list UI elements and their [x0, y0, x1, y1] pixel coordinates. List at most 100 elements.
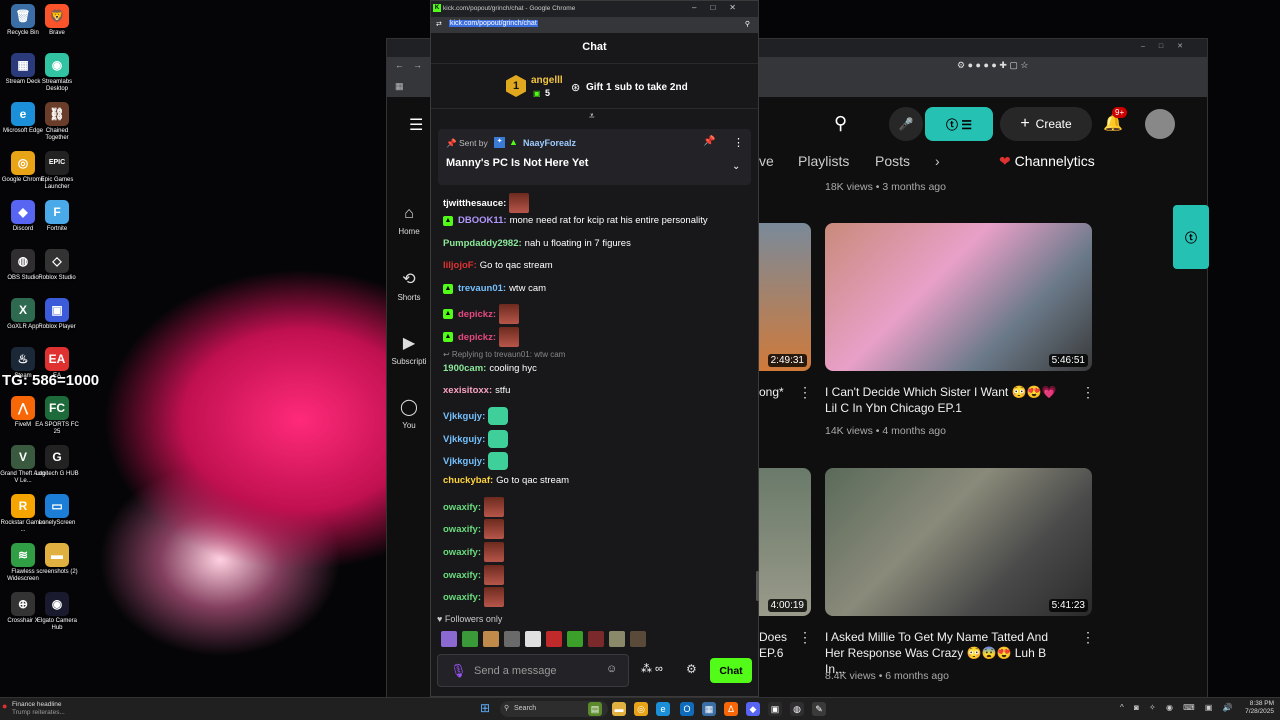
chat-username[interactable]: 1900cam: [443, 363, 486, 374]
reply-context[interactable]: ↩ Replying to trevaun01: wtw cam [443, 350, 565, 359]
desktop-icon[interactable]: ▬ screenshots (2) [34, 543, 80, 576]
chat-username[interactable]: Pumpdaddy2982: [443, 238, 522, 249]
chat-username[interactable]: liljojoF: [443, 260, 477, 271]
vlc-icon[interactable]: Δ [724, 702, 738, 716]
send-chat-button[interactable]: Chat [710, 658, 752, 683]
chat-username[interactable]: depickz: [458, 309, 496, 320]
channelytics-float-button[interactable]: ⓣ [1173, 205, 1209, 269]
quick-emote[interactable] [441, 631, 457, 647]
chat-username[interactable]: owaxify: [443, 592, 481, 603]
collapse-icon[interactable]: ⩡ [589, 111, 595, 122]
emoji-icon[interactable]: ☺ [606, 663, 617, 675]
video-thumbnail[interactable]: 5:41:23 [825, 468, 1092, 616]
chat-emote[interactable] [484, 497, 505, 517]
quick-emote[interactable] [483, 631, 499, 647]
chat-message[interactable]: 1900cam: cooling hyc [443, 363, 537, 374]
channelytics-button[interactable]: ⓣ ☰ [925, 107, 993, 141]
chat-emote[interactable] [484, 519, 505, 539]
chat-message[interactable]: Pumpdaddy2982: nah u floating in 7 figure… [443, 238, 631, 249]
chat-emote[interactable] [499, 304, 520, 324]
menu-icon[interactable]: ☰ [409, 115, 423, 135]
desktop-icon[interactable]: ▣ Roblox Player [34, 298, 80, 331]
quick-emote[interactable] [567, 631, 583, 647]
channel-tab[interactable]: › [935, 153, 940, 169]
chat-emote[interactable] [499, 327, 520, 347]
kick-url-bar[interactable]: ⇄ kick.com/popout/grinch/chat ⚲ [431, 17, 758, 33]
chat-message[interactable]: Vjkkgujy: [443, 430, 509, 448]
mic-icon[interactable]: 🎙 [450, 663, 467, 679]
chat-emote[interactable] [484, 587, 505, 607]
desktop-icon[interactable]: ◇ Roblox Studio [34, 249, 80, 282]
files-icon[interactable]: ▤ [588, 702, 602, 716]
quick-emote[interactable] [546, 631, 562, 647]
message-input-box[interactable]: 🎙 ☺ [437, 654, 629, 687]
pinned-username[interactable]: NaayForealz [523, 138, 576, 148]
chat-emote[interactable] [488, 452, 509, 470]
desktop-icon[interactable]: 🦁 Brave [34, 4, 80, 37]
video-title[interactable]: I Can't Decide Which Sister I Want 😳😍💗 L… [825, 384, 1067, 416]
apps-icon[interactable]: ▦ [395, 81, 404, 92]
message-input[interactable] [474, 663, 604, 679]
gift-leaderboard[interactable]: 1 angelll ▣ 5 ⊛ Gift 1 sub to take 2nd [431, 63, 758, 109]
video-thumbnail[interactable]: 5:46:51 [825, 223, 1092, 371]
quick-emote[interactable] [504, 631, 520, 647]
video-title[interactable]: Does EP.6 [759, 629, 799, 661]
chat-message[interactable]: owaxify: [443, 587, 505, 607]
chat-username[interactable]: xexisitoxx: [443, 385, 492, 396]
video-thumbnail[interactable]: 2:49:31 [759, 223, 811, 371]
chat-message[interactable]: ▲ depickz: [443, 327, 520, 347]
chat-username[interactable]: tjwitthesauce: [443, 198, 506, 209]
window-controls[interactable]: –□✕ [1141, 42, 1197, 50]
chat-message[interactable]: xexisitoxx: stfu [443, 385, 510, 396]
pin-icon[interactable]: 📌 [703, 136, 715, 147]
zoom-icon[interactable]: ⚲ [745, 20, 750, 28]
chat-username[interactable]: Vjkkgujy: [443, 456, 485, 467]
chat-message[interactable]: ▲ DBOOK11: mone need rat for kcip rat his … [443, 215, 708, 226]
chat-message[interactable]: chuckybaf: Go to qac stream [443, 475, 569, 486]
voice-search-button[interactable]: 🎤 [889, 107, 923, 141]
explorer-icon[interactable]: ▬ [612, 702, 626, 716]
site-settings-icon[interactable]: ⇄ [436, 20, 442, 28]
windows-start-icon[interactable]: ⊞ [480, 701, 490, 715]
chat-message[interactable]: owaxify: [443, 519, 505, 539]
discord-icon[interactable]: ◆ [746, 702, 760, 716]
more-options-icon[interactable]: ⋮ [733, 136, 744, 149]
gift-sub-cta[interactable]: Gift 1 sub to take 2nd [586, 82, 688, 93]
gear-icon[interactable]: ⚙ [686, 662, 697, 676]
pinned-message[interactable]: 📌 Sent by ✦ ▲ NaayForealz Manny's PC Is … [438, 129, 751, 185]
forward-icon[interactable]: → [413, 60, 422, 70]
quick-emote[interactable] [630, 631, 646, 647]
back-icon[interactable]: ← [395, 60, 404, 70]
chat-message[interactable]: owaxify: [443, 497, 505, 517]
chat-username[interactable]: trevaun01: [458, 283, 506, 294]
quick-emote[interactable] [588, 631, 604, 647]
chat-message[interactable]: Vjkkgujy: [443, 407, 509, 425]
chat-message[interactable]: tjwitthesauce: [443, 193, 530, 213]
chat-message[interactable]: owaxify: [443, 542, 505, 562]
edge-icon[interactable]: e [656, 702, 670, 716]
kick-url[interactable]: kick.com/popout/grinch/chat [449, 20, 538, 27]
kick-window-controls[interactable]: –□✕ [692, 3, 750, 12]
more-options-icon[interactable]: ⋮ [1081, 384, 1095, 401]
chat-username[interactable]: owaxify: [443, 547, 481, 558]
desktop-icon[interactable]: ▭ LonelyScreen [34, 494, 80, 527]
quick-emote-bar[interactable] [441, 631, 651, 649]
outlook-icon[interactable]: O [680, 702, 694, 716]
desktop-icon[interactable]: EPIC Epic Games Launcher [34, 151, 80, 191]
channel-tab[interactable]: Playlists [798, 153, 849, 169]
video-thumbnail[interactable]: 4:00:19 [759, 468, 811, 616]
quick-emote[interactable] [462, 631, 478, 647]
desktop-icon[interactable]: FC EA SPORTS FC 25 [34, 396, 80, 436]
chat-username[interactable]: owaxify: [443, 570, 481, 581]
quick-emote[interactable] [525, 631, 541, 647]
chat-message[interactable]: owaxify: [443, 565, 505, 585]
obs-icon[interactable]: ◍ [790, 702, 804, 716]
chat-message[interactable]: ▲ depickz: [443, 304, 520, 324]
editor-icon[interactable]: ✎ [812, 702, 826, 716]
finance-widget[interactable]: Finance headline Trump reiterates... [12, 701, 65, 717]
taskbar-clock[interactable]: 8:38 PM 7/28/2025 [1232, 700, 1274, 716]
desktop-icon[interactable]: G Logitech G HUB [34, 445, 80, 478]
desktop-icon[interactable]: F Fortnite [34, 200, 80, 233]
quick-emote[interactable] [609, 631, 625, 647]
channel-tab[interactable]: ve [759, 153, 774, 169]
